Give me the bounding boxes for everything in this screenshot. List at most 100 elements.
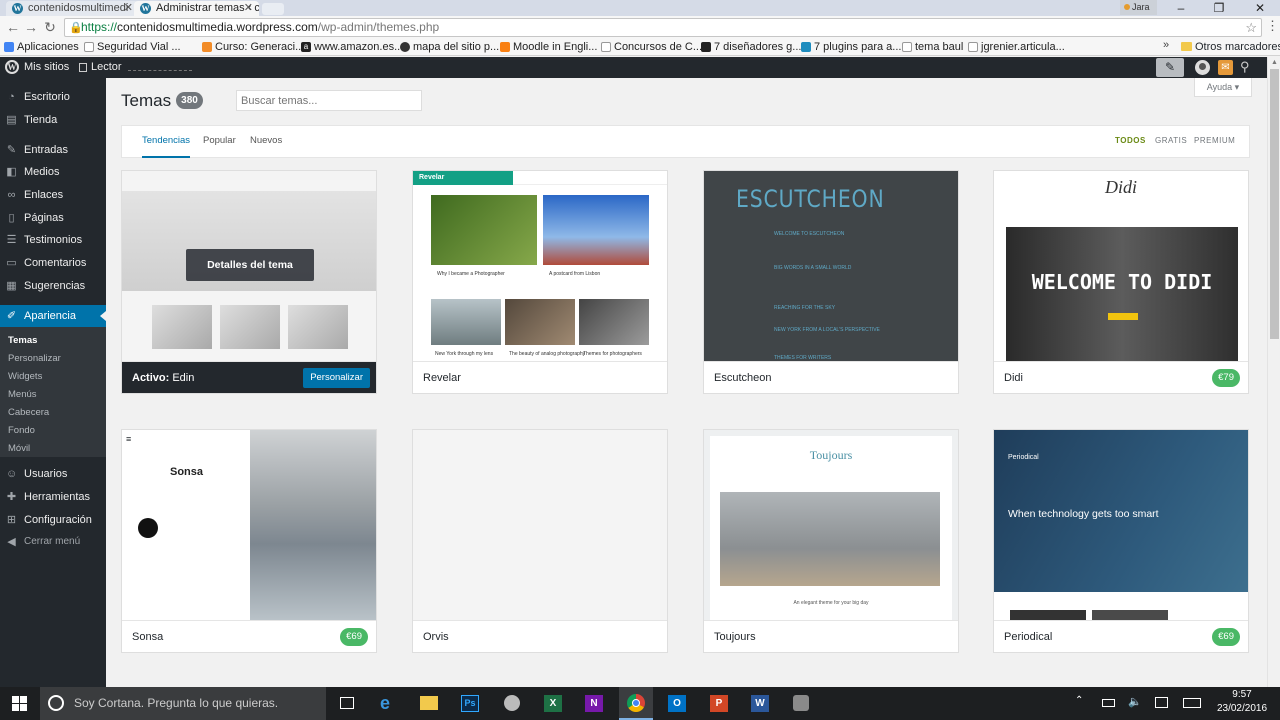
- other-bookmarks-folder[interactable]: Otros marcadores: [1181, 39, 1280, 55]
- powerpoint-icon[interactable]: P: [710, 695, 728, 712]
- search-input[interactable]: [236, 90, 422, 111]
- browser-tab[interactable]: W contenidosmultimedi ✕: [6, 1, 139, 16]
- theme-card-escutcheon[interactable]: ESCUTCHEON WELCOME TO ESCUTCHEON BIG WOR…: [703, 170, 959, 394]
- avatar[interactable]: [1195, 60, 1210, 75]
- browser-tab-active[interactable]: W Administrar temas ‹ c ✕: [134, 1, 259, 16]
- close-tab-icon[interactable]: ✕: [124, 1, 133, 16]
- outlook-icon[interactable]: O: [668, 695, 686, 712]
- submenu-item-temas[interactable]: Temas: [0, 332, 106, 350]
- sidebar-item-enlaces[interactable]: ∞ Enlaces: [0, 184, 106, 206]
- filter-premium[interactable]: PREMIUM: [1194, 126, 1235, 158]
- collapse-menu-button[interactable]: ◀ Cerrar menú: [0, 531, 106, 553]
- customize-button[interactable]: Personalizar: [303, 368, 370, 388]
- bookmark-item[interactable]: Seguridad Vial ...: [84, 39, 181, 55]
- bookmark-item[interactable]: Moodle in Engli...: [500, 39, 597, 55]
- submenu-item-fondo[interactable]: Fondo: [0, 422, 106, 440]
- theme-card-orvis[interactable]: Orvis: [412, 429, 668, 653]
- onenote-icon[interactable]: N: [585, 695, 603, 712]
- new-tab-button[interactable]: [262, 3, 284, 15]
- bookmark-item[interactable]: 7 diseñadores g...: [701, 39, 801, 55]
- volume-icon[interactable]: 🔈: [1128, 695, 1142, 708]
- cortana-search-box[interactable]: Soy Cortana. Pregunta lo que quieras.: [40, 687, 326, 720]
- filter-gratis[interactable]: GRATIS: [1155, 126, 1187, 158]
- profile-button[interactable]: Jara: [1120, 0, 1157, 15]
- bookmark-item[interactable]: a www.amazon.es...: [301, 39, 403, 55]
- theme-card-edin[interactable]: Detalles del tema Activo: Edin Personali…: [121, 170, 377, 394]
- notification-center-icon[interactable]: [1155, 697, 1168, 708]
- edge-icon[interactable]: e: [380, 693, 390, 714]
- sidebar-item-apariencia[interactable]: ✐ Apariencia: [0, 305, 106, 327]
- sidebar-item-entradas[interactable]: ✎ Entradas: [0, 139, 106, 161]
- excel-icon[interactable]: X: [544, 695, 562, 712]
- reader-link[interactable]: Lector: [79, 57, 122, 78]
- bookmark-item[interactable]: mapa del sitio p...: [400, 39, 499, 55]
- url-field[interactable]: 🔒 https://contenidosmultimedia.wordpress…: [64, 18, 1262, 37]
- sidebar-item-comentarios[interactable]: ▭ Comentarios: [0, 252, 106, 274]
- chrome-icon[interactable]: [619, 687, 653, 720]
- submenu-item-movil[interactable]: Móvil: [0, 440, 106, 458]
- theme-card-revelar[interactable]: Revelar Why I became a Photographer A po…: [412, 170, 668, 394]
- collapse-icon: ◀: [7, 536, 16, 548]
- write-pencil-icon[interactable]: ✎: [1156, 58, 1184, 77]
- my-sites-link[interactable]: Mis sitios: [24, 57, 69, 78]
- task-view-icon[interactable]: [340, 697, 354, 709]
- tab-popular[interactable]: Popular: [203, 126, 236, 158]
- submenu-item-personalizar[interactable]: Personalizar: [0, 350, 106, 368]
- folder-icon: [1181, 42, 1192, 51]
- clock-time[interactable]: 9:57: [1212, 689, 1272, 700]
- sidebar-item-herramientas[interactable]: ✚ Herramientas: [0, 486, 106, 508]
- theme-card-sonsa[interactable]: ≡ Sonsa Sonsa €69: [121, 429, 377, 653]
- bookmark-item[interactable]: 7 plugins para a...: [801, 39, 901, 55]
- sidebar-item-testimonios[interactable]: ☰ Testimonios: [0, 229, 106, 251]
- scroll-thumb[interactable]: [1270, 69, 1279, 339]
- theme-preview-image: [288, 305, 348, 349]
- wordpress-logo-icon[interactable]: W: [5, 60, 19, 74]
- app-icon[interactable]: [793, 695, 809, 711]
- maximize-button[interactable]: ❐: [1199, 0, 1239, 16]
- tab-tendencias[interactable]: Tendencias: [142, 126, 191, 158]
- app-icon[interactable]: [504, 695, 520, 711]
- bookmark-star-icon[interactable]: ☆: [1245, 19, 1257, 36]
- bookmark-item[interactable]: Concursos de C...: [601, 39, 702, 55]
- submenu-item-cabecera[interactable]: Cabecera: [0, 404, 106, 422]
- submenu-item-widgets[interactable]: Widgets: [0, 368, 106, 386]
- tab-nuevos[interactable]: Nuevos: [250, 126, 282, 158]
- sidebar-item-escritorio[interactable]: ◔ Escritorio: [0, 86, 106, 108]
- bookmark-item[interactable]: tema baul: [902, 39, 963, 55]
- theme-card-periodical[interactable]: Periodical When technology gets too smar…: [993, 429, 1249, 653]
- sidebar-item-sugerencias[interactable]: ▦ Sugerencias: [0, 275, 106, 297]
- theme-card-didi[interactable]: Didi WELCOME TO DIDI Didi €79: [993, 170, 1249, 394]
- keyboard-icon[interactable]: [1183, 698, 1201, 708]
- more-bookmarks-button[interactable]: »: [1163, 39, 1169, 51]
- page-scrollbar[interactable]: ▲: [1267, 57, 1280, 687]
- help-button[interactable]: Ayuda ▾: [1194, 78, 1252, 97]
- back-button[interactable]: ←: [4, 18, 22, 36]
- theme-details-button[interactable]: Detalles del tema: [186, 249, 314, 281]
- theme-card-toujours[interactable]: Toujours An elegant theme for your big d…: [703, 429, 959, 653]
- clock-date[interactable]: 23/02/2016: [1212, 703, 1272, 714]
- filter-todos[interactable]: TODOS: [1115, 126, 1146, 158]
- tray-chevron-icon[interactable]: ⌃: [1075, 695, 1083, 706]
- minimize-button[interactable]: –: [1161, 0, 1201, 16]
- sidebar-item-configuracion[interactable]: ⊞ Configuración: [0, 509, 106, 531]
- forward-button[interactable]: →: [22, 18, 40, 36]
- sidebar-item-medios[interactable]: ◧ Medios: [0, 161, 106, 183]
- chrome-menu-icon[interactable]: ⋮: [1266, 18, 1279, 34]
- sidebar-item-usuarios[interactable]: ☺ Usuarios: [0, 463, 106, 485]
- search-icon[interactable]: ⚲: [1240, 59, 1250, 75]
- file-explorer-icon[interactable]: [420, 696, 438, 710]
- sidebar-item-paginas[interactable]: ▯ Páginas: [0, 207, 106, 229]
- word-icon[interactable]: W: [751, 695, 769, 712]
- close-window-button[interactable]: ✕: [1240, 0, 1280, 16]
- scroll-up-arrow-icon[interactable]: ▲: [1271, 59, 1278, 66]
- bookmark-item[interactable]: Aplicaciones: [4, 39, 79, 55]
- bookmark-item[interactable]: jgrenier.articula...: [968, 39, 1065, 55]
- photoshop-icon[interactable]: Ps: [461, 695, 479, 712]
- sidebar-item-tienda[interactable]: ▤ Tienda: [0, 109, 106, 131]
- submenu-item-menus[interactable]: Menús: [0, 386, 106, 404]
- close-tab-icon[interactable]: ✕: [244, 1, 253, 16]
- bookmark-item[interactable]: Curso: Generaci...: [202, 39, 304, 55]
- reload-button[interactable]: ↻: [41, 18, 59, 36]
- windows-start-icon[interactable]: [12, 696, 27, 711]
- notifications-icon[interactable]: ✉: [1218, 60, 1233, 75]
